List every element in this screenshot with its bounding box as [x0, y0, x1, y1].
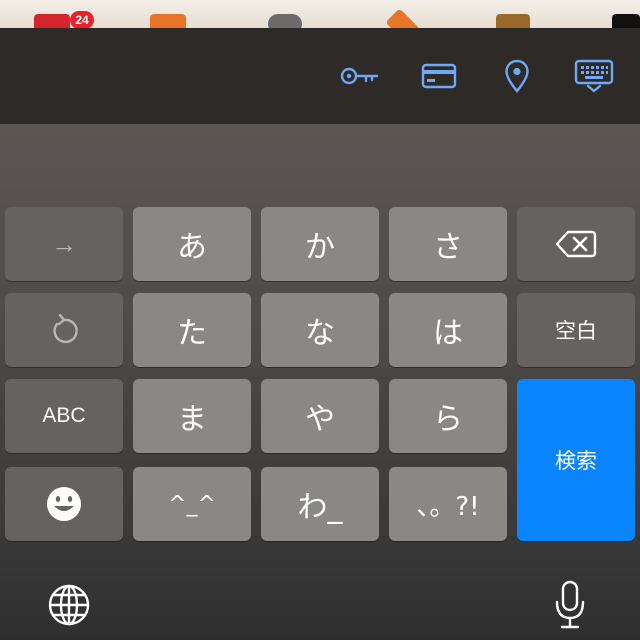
- kana-key-ra-label: ら: [433, 402, 463, 437]
- kana-key-ya[interactable]: や: [261, 379, 379, 453]
- emoji-key[interactable]: [5, 467, 123, 541]
- kana-key-sa[interactable]: さ: [389, 207, 507, 281]
- undo-icon: [53, 314, 78, 344]
- microphone-icon: [555, 580, 585, 629]
- kana-key-ra[interactable]: ら: [389, 379, 507, 453]
- emoji-icon: [47, 487, 81, 521]
- app-icon-dark: [612, 14, 640, 28]
- globe-icon: [48, 584, 90, 626]
- kana-key-wa[interactable]: わ_: [261, 467, 379, 541]
- kana-key-ya-label: や: [305, 402, 335, 437]
- app-icon-brown: [496, 14, 530, 28]
- microphone-button[interactable]: [548, 578, 592, 632]
- abc-mode-label: ABC: [42, 404, 86, 427]
- password-key-button[interactable]: [338, 58, 382, 94]
- next-candidate-key[interactable]: →: [5, 207, 123, 281]
- kana-key-ma-label: ま: [177, 402, 207, 437]
- backspace-icon: [555, 230, 597, 258]
- japanese-kana-keyboard: → あ か さ た な は 空白 ABC ま や ら 検索 ^_^ わ_ 、。?…: [0, 124, 640, 640]
- kana-key-ta-label: た: [177, 316, 207, 351]
- keyboard-hide-icon: [574, 59, 614, 93]
- kana-key-a[interactable]: あ: [133, 207, 251, 281]
- key-icon: [340, 67, 379, 85]
- kana-key-sa-label: さ: [433, 230, 463, 265]
- kana-key-ka[interactable]: か: [261, 207, 379, 281]
- kana-key-na[interactable]: な: [261, 293, 379, 367]
- kana-key-a-label: あ: [177, 230, 207, 265]
- search-key-label: 検索: [555, 449, 597, 473]
- kana-key-wa-label: わ_: [297, 490, 343, 525]
- app-icon-red: [34, 14, 70, 28]
- space-key-label: 空白: [555, 320, 597, 343]
- globe-button[interactable]: [44, 580, 94, 630]
- credit-card-icon: [421, 63, 457, 89]
- punctuation-key[interactable]: 、。?!: [389, 467, 507, 541]
- app-icon-orange: [385, 8, 421, 28]
- kana-key-na-label: な: [305, 316, 335, 351]
- kana-key-ha[interactable]: は: [389, 293, 507, 367]
- kana-key-ma[interactable]: ま: [133, 379, 251, 453]
- credit-card-button[interactable]: [417, 58, 461, 94]
- background-app-strip: 24: [0, 0, 640, 28]
- abc-mode-key[interactable]: ABC: [5, 379, 123, 453]
- kana-key-ka-label: か: [305, 230, 335, 265]
- app-icon-cart: [150, 14, 186, 28]
- kana-key-ha-label: は: [433, 316, 463, 351]
- location-pin-icon: [505, 59, 529, 93]
- app-icon-gray: [268, 14, 302, 28]
- kaomoji-key-label: ^_^: [168, 491, 216, 517]
- autofill-accessory-bar: [0, 28, 640, 124]
- undo-key[interactable]: [5, 293, 123, 367]
- punctuation-key-label: 、。?!: [416, 491, 480, 522]
- backspace-key[interactable]: [517, 207, 635, 281]
- kaomoji-key[interactable]: ^_^: [133, 467, 251, 541]
- search-key[interactable]: 検索: [517, 379, 635, 541]
- hide-keyboard-button[interactable]: [572, 58, 616, 94]
- kana-key-ta[interactable]: た: [133, 293, 251, 367]
- location-button[interactable]: [495, 58, 539, 94]
- space-key[interactable]: 空白: [517, 293, 635, 367]
- notification-badge: 24: [70, 11, 94, 28]
- next-candidate-label: →: [51, 228, 77, 259]
